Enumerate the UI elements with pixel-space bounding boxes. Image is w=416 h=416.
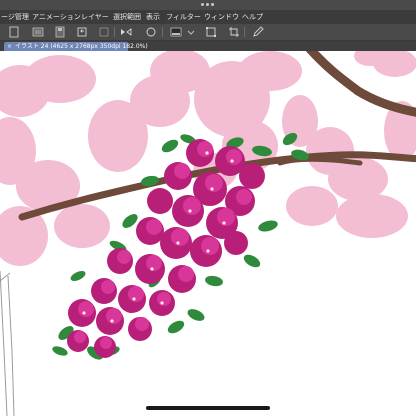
app-window: ージ管理 アニメーション レイヤー 選択範囲 表示 フィルター ウィンドウ ヘル… [0, 0, 416, 416]
toolbar-divider [162, 27, 163, 37]
menu-filter[interactable]: フィルター [166, 10, 201, 24]
open-icon[interactable] [32, 26, 44, 38]
layer-fill-icon[interactable] [170, 26, 182, 38]
lasso-icon[interactable] [145, 26, 157, 38]
menu-animation[interactable]: アニメーション [32, 10, 81, 24]
redo-icon[interactable] [98, 26, 110, 38]
home-indicator[interactable] [146, 406, 270, 410]
menu-layer[interactable]: レイヤー [81, 10, 109, 24]
menu-window[interactable]: ウィンドウ [204, 10, 239, 24]
toolbar-divider [114, 27, 115, 37]
crop-icon[interactable] [228, 26, 240, 38]
pen-icon[interactable] [252, 26, 264, 38]
chevron-down-icon[interactable] [185, 26, 197, 38]
document-tab[interactable]: × イラスト 24 (4625 x 2768px 350dpi 182.0%) [4, 42, 148, 51]
menu-help[interactable]: ヘルプ [242, 10, 263, 24]
save-icon[interactable] [54, 26, 66, 38]
transform-icon[interactable] [205, 26, 217, 38]
sketch-lines [0, 270, 15, 416]
undo-icon[interactable] [76, 26, 88, 38]
menu-bar: ージ管理 アニメーション レイヤー 選択範囲 表示 フィルター ウィンドウ ヘル… [0, 10, 416, 24]
bougainvillea-flowers [67, 139, 265, 358]
multitasking-strip [0, 0, 416, 10]
canvas-artwork [0, 51, 416, 416]
toolbar-divider [244, 27, 245, 37]
flip-icon[interactable] [120, 26, 132, 38]
command-bar [0, 24, 416, 41]
menu-page-management[interactable]: ージ管理 [1, 10, 29, 24]
multitasking-handle[interactable] [201, 3, 215, 7]
close-icon[interactable]: × [7, 42, 12, 51]
drawing-canvas[interactable] [0, 51, 416, 416]
document-tab-title: イラスト 24 (4625 x 2768px 350dpi 182.0%) [15, 43, 148, 50]
menu-view[interactable]: 表示 [146, 10, 160, 24]
menu-selection[interactable]: 選択範囲 [113, 10, 141, 24]
new-page-icon[interactable] [8, 26, 20, 38]
document-tab-bar: × イラスト 24 (4625 x 2768px 350dpi 182.0%) [0, 41, 416, 51]
